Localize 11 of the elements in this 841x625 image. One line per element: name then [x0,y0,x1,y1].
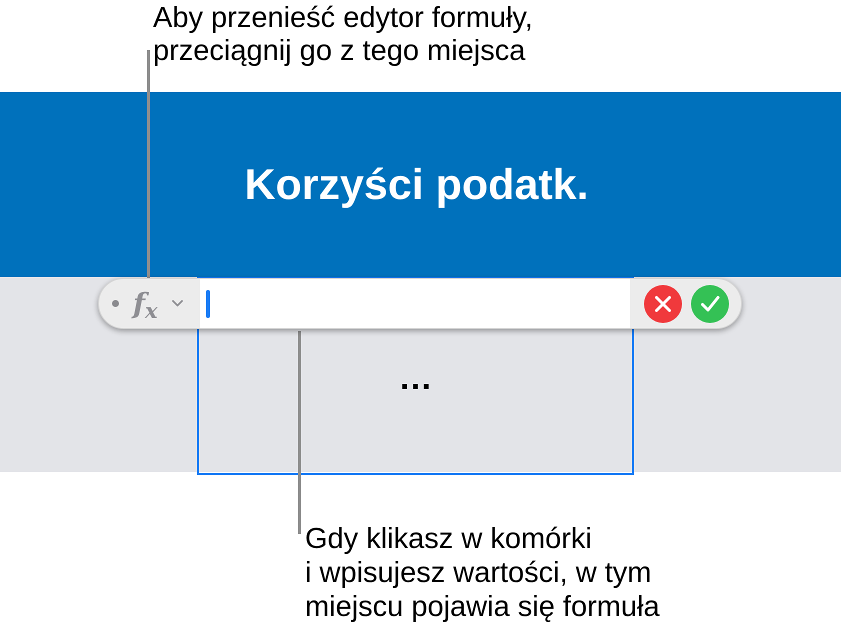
accept-button[interactable] [691,284,729,322]
chevron-down-icon [172,300,183,307]
close-icon [644,284,682,322]
callout-text: Aby przenieść edytor formuły, przeciągnij go z tego miejsca [153,2,533,68]
drag-handle-icon[interactable] [112,300,119,307]
cancel-button[interactable] [644,284,682,322]
header-title: Korzyści podatk. [244,160,589,210]
checkmark-icon [691,284,729,322]
callout-text: Gdy klikasz w komórki i wpisujesz wartości, w tym miejscu pojawia się formuła [305,522,660,624]
cell-value: … [398,361,432,395]
formula-input-field[interactable] [200,279,630,328]
